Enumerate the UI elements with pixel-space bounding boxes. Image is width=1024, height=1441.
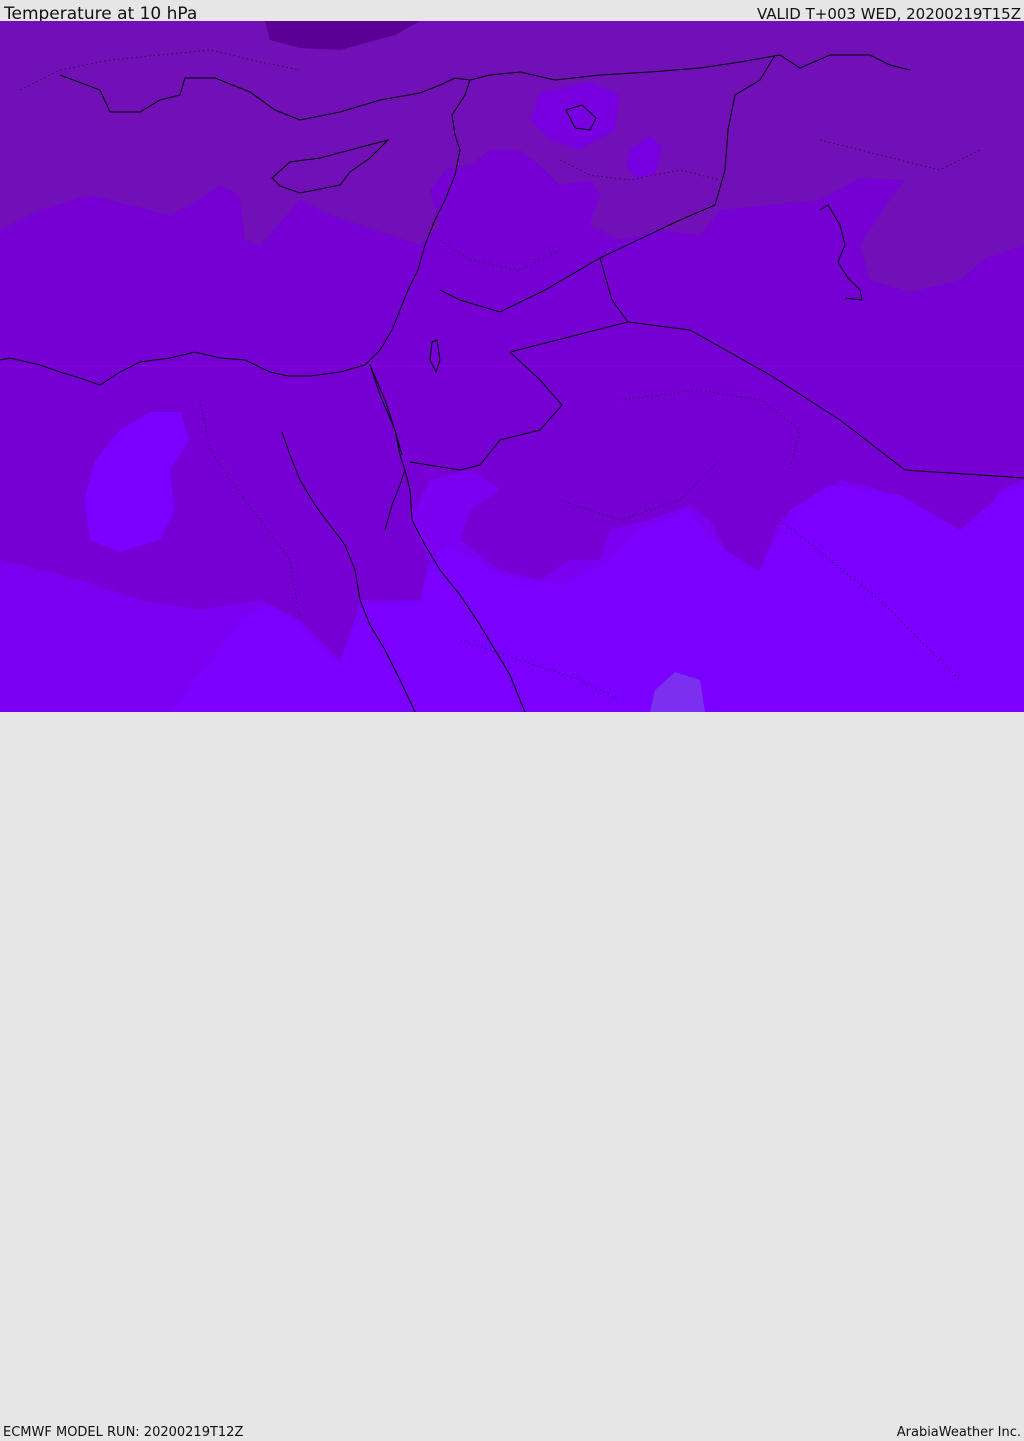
model-run-label: ECMWF MODEL RUN: 20200219T12Z: [3, 1425, 244, 1440]
footer-bar: ECMWF MODEL RUN: 20200219T12Z ArabiaWeat…: [0, 712, 1024, 1440]
header-bar: Temperature at 10 hPa VALID T+003 WED, 2…: [0, 0, 1024, 24]
temperature-map[interactable]: [0, 21, 1024, 712]
credit-label: ArabiaWeather Inc.: [896, 1425, 1021, 1440]
